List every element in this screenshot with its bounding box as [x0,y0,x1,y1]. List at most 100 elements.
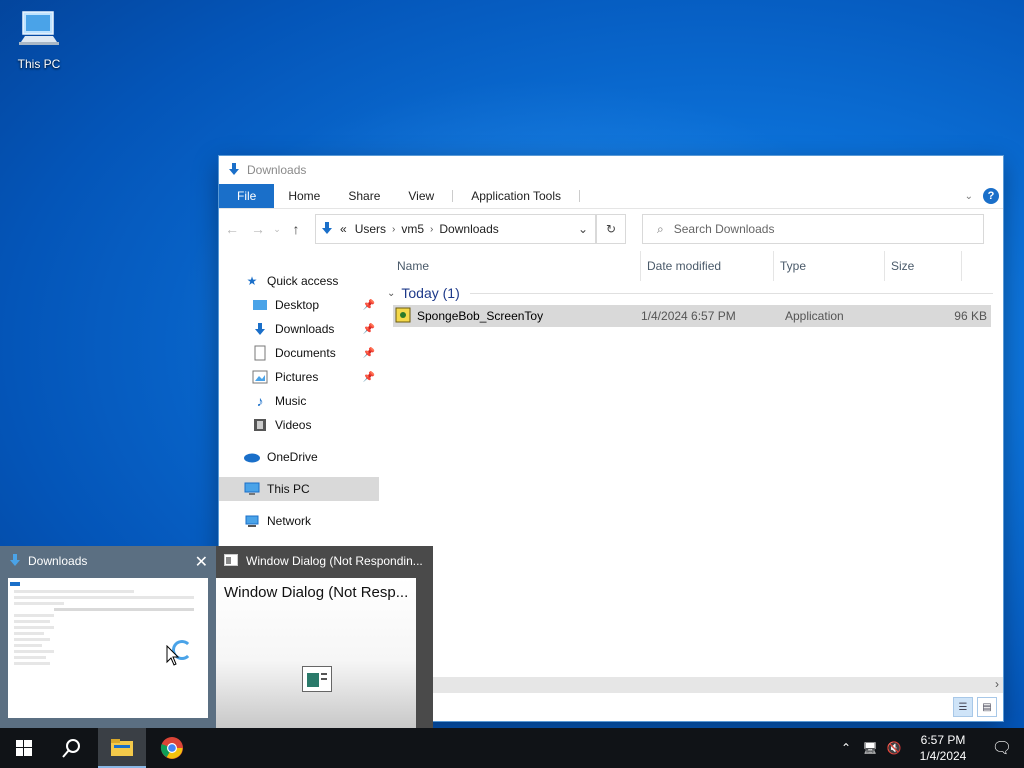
column-type[interactable]: Type [774,251,885,281]
star-icon: ★ [246,274,258,288]
videos-icon [251,417,269,433]
folder-icon [111,739,133,756]
sidebar-item-label: OneDrive [267,450,318,464]
taskbar-thumbnails: Downloads ✕ Window Dialog (Not Respondin… [0,546,433,728]
thumbnail-preview: Window Dialog (Not Resp... [216,578,416,728]
column-size[interactable]: Size [885,251,962,281]
column-name[interactable]: Name [379,251,641,281]
sidebar-item-network[interactable]: Network [219,509,379,533]
pin-icon[interactable]: 📌 [363,300,375,311]
sidebar-item-quick-access[interactable]: ★ Quick access [219,269,379,293]
large-icons-view-icon[interactable]: ▤ [977,697,997,717]
computer-icon [243,481,261,497]
tab-share[interactable]: Share [334,184,394,208]
desktop-icon-this-pc[interactable]: This PC [12,8,66,71]
help-icon[interactable]: ? [983,188,999,204]
pin-icon[interactable]: 📌 [363,348,375,359]
thumbnail-title-bar: Window Dialog (Not Respondin... [216,546,433,576]
network-icon[interactable]: 🖥 [858,741,882,755]
search-box[interactable]: ⌕ Search Downloads [642,214,984,244]
taskbar: ⌃ 🖥 🔇 6:57 PM 1/4/2024 🗨 [0,728,1024,768]
thumbnail-downloads[interactable]: Downloads ✕ [0,546,216,728]
thumbnail-title: Downloads [28,554,88,568]
pictures-icon [251,369,269,385]
ribbon-separator [579,190,581,202]
recent-chevron-icon[interactable]: ⌄ [271,224,283,235]
sidebar-item-documents[interactable]: Documents 📌 [219,341,379,365]
tab-file[interactable]: File [219,184,275,208]
sidebar-item-this-pc[interactable]: This PC [219,477,379,501]
tab-view[interactable]: View [394,184,448,208]
close-icon[interactable]: ✕ [195,552,208,572]
up-arrow-icon[interactable]: ↑ [283,221,309,237]
downloads-icon [8,553,22,570]
ribbon-separator [452,190,454,202]
chevron-right-icon[interactable]: › [430,224,433,235]
file-size: 96 KB [954,309,987,323]
mini-file-tab [10,582,20,586]
sidebar-item-label: Quick access [267,274,339,288]
sidebar-item-pictures[interactable]: Pictures 📌 [219,365,379,389]
thumbnail-window-dialog[interactable]: Window Dialog (Not Respondin... Window D… [216,546,433,728]
table-row[interactable]: SpongeBob_ScreenToy 1/4/2024 6:57 PM App… [393,305,991,327]
tab-application-tools[interactable]: Application Tools [457,184,575,208]
pin-icon[interactable]: 📌 [363,372,375,383]
chevron-right-icon[interactable]: › [392,224,395,235]
details-view-icon[interactable]: ☰ [953,697,973,717]
chevron-down-icon[interactable]: ⌄ [965,191,973,202]
navigation-bar: ← → ⌄ ↑ « Users › vm5 › Downloads ⌄ ↻ ⌕ … [219,208,1003,249]
address-bar[interactable]: « Users › vm5 › Downloads ⌄ [315,214,597,244]
network-icon [243,513,261,529]
status-bar: ☰ ▤ [379,693,1003,721]
group-header-today[interactable]: ⌄ Today (1) [379,281,1003,305]
sidebar-item-desktop[interactable]: Desktop 📌 [219,293,379,317]
chevron-down-icon[interactable]: ⌄ [387,288,395,299]
sidebar-item-onedrive[interactable]: OneDrive [219,445,379,469]
mouse-pointer-icon [166,645,180,666]
address-dropdown-icon[interactable]: ⌄ [571,215,596,243]
music-icon: ♪ [256,393,264,409]
chrome-icon [160,737,183,759]
file-date: 1/4/2024 6:57 PM [641,309,736,323]
address-prefix[interactable]: « [340,222,347,236]
thumbnail-title: Window Dialog (Not Respondin... [246,554,423,568]
application-icon [393,307,413,326]
computer-icon [19,11,59,45]
notification-icon[interactable]: 🗨 [980,738,1024,758]
chevron-up-icon[interactable]: ⌃ [834,741,858,755]
desktop-icon-label: This PC [17,57,61,71]
pin-icon[interactable]: 📌 [363,324,375,335]
column-date-modified[interactable]: Date modified [641,251,774,281]
address-segment-vm5[interactable]: vm5 [401,222,424,236]
horizontal-scrollbar[interactable]: › [379,677,1003,693]
tab-home[interactable]: Home [274,184,334,208]
search-button[interactable] [48,728,96,768]
window-title: Downloads [247,163,307,177]
documents-icon [251,345,269,361]
clock-date: 1/4/2024 [919,749,967,763]
group-divider [469,292,993,294]
address-segment-downloads[interactable]: Downloads [439,222,498,236]
windows-logo-icon [16,740,32,756]
cloud-icon [243,449,261,465]
sidebar-item-videos[interactable]: Videos [219,413,379,437]
address-segment-users[interactable]: Users [355,222,386,236]
sidebar-item-downloads[interactable]: Downloads 📌 [219,317,379,341]
back-arrow-icon[interactable]: ← [219,221,245,237]
clock[interactable]: 6:57 PM 1/4/2024 [906,732,980,764]
sidebar-item-music[interactable]: ♪ Music [219,389,379,413]
downloads-icon [227,162,241,179]
desktop-folder-icon [251,297,269,313]
downloads-icon [251,321,269,337]
volume-muted-icon[interactable]: 🔇 [882,741,906,755]
forward-arrow-icon[interactable]: → [245,221,271,237]
start-button[interactable] [0,728,48,768]
sidebar-item-label: Documents [275,346,336,360]
refresh-icon[interactable]: ↻ [597,214,626,244]
app-window-icon [224,553,238,569]
taskbar-file-explorer[interactable] [98,728,146,768]
thumbnail-title-bar: Downloads ✕ [0,546,216,576]
taskbar-chrome[interactable] [148,728,196,768]
title-bar[interactable]: Downloads [219,156,1003,184]
chevron-right-icon[interactable]: › [995,677,999,691]
